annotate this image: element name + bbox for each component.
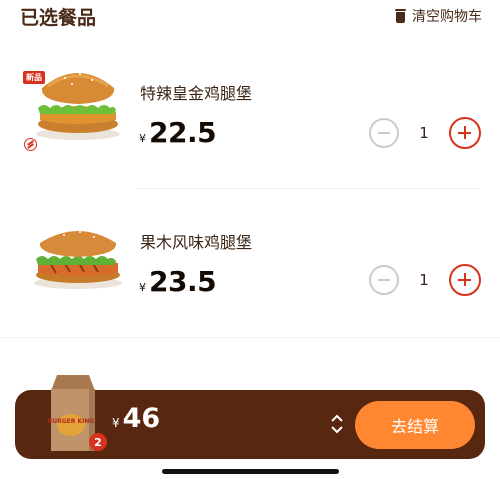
price-value: 23.5 [149,265,217,298]
minus-icon [378,132,390,134]
currency-symbol: ¥ [112,416,120,430]
list-bottom-divider [0,337,500,338]
decrease-quantity-button[interactable] [369,118,399,148]
cart-total: ¥ 46 [112,403,160,434]
trash-icon [395,9,406,23]
increase-quantity-button[interactable] [449,264,481,296]
total-value: 46 [122,403,161,434]
item-divider [136,188,480,189]
currency-symbol: ¥ [139,132,146,145]
clear-cart-button[interactable]: 清空购物车 [395,6,482,26]
quantity-stepper: 1 [369,264,481,296]
currency-symbol: ¥ [139,281,146,294]
bag-logo-text: BURGER KING [48,418,95,425]
expand-collapse-icon[interactable] [330,414,344,434]
item-name: 果木风味鸡腿堡 [140,233,253,252]
cart-item: 新品 特辣皇金鸡腿堡 ¥ 22.5 1 [0,56,500,196]
item-name: 特辣皇金鸡腿堡 [140,84,253,103]
item-price: ¥ 22.5 [139,116,217,149]
cart-count-badge: 2 [89,433,107,451]
clear-cart-label: 清空购物车 [412,9,482,25]
checkout-button[interactable]: 去结算 [355,401,475,449]
cart-item: 果木风味鸡腿堡 ¥ 23.5 1 [0,205,500,345]
quantity-value: 1 [419,271,429,289]
spicy-icon [24,138,37,151]
item-price: ¥ 23.5 [139,265,217,298]
minus-icon [378,279,390,281]
new-badge: 新品 [23,71,45,84]
increase-quantity-button[interactable] [449,117,481,149]
applewood-chicken-burger-image [34,231,122,289]
quantity-stepper: 1 [369,117,481,149]
page-title: 已选餐品 [20,6,97,29]
header: 已选餐品 清空购物车 [20,2,482,30]
decrease-quantity-button[interactable] [369,265,399,295]
home-indicator [162,469,339,474]
price-value: 22.5 [149,116,217,149]
quantity-value: 1 [419,124,429,142]
